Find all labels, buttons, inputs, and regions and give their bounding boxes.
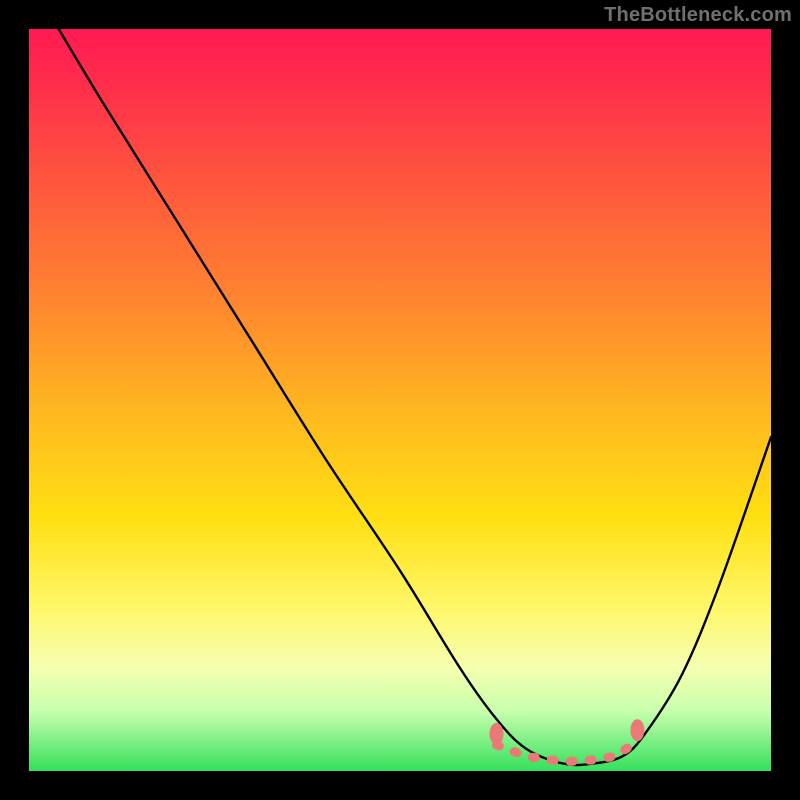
main-curve [59, 29, 771, 765]
curve-layer [29, 29, 771, 771]
chart-container: TheBottleneck.com [0, 0, 800, 800]
plot-area [29, 29, 771, 771]
watermark-text: TheBottleneck.com [604, 4, 792, 27]
highlight-markers [490, 719, 645, 761]
highlight-end-marker [490, 723, 504, 745]
highlight-end-marker [630, 719, 644, 741]
